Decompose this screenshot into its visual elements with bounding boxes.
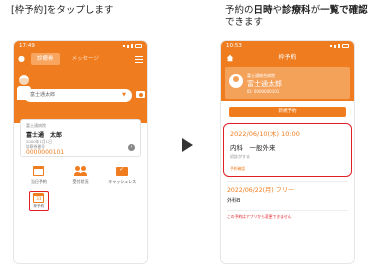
new-reservation-button[interactable]: 新規予約	[229, 107, 346, 117]
patient-select[interactable]: 富士通太郎 ▼	[24, 89, 132, 102]
patient-name: 富士通太郎	[247, 80, 282, 88]
signal-icon	[330, 45, 332, 47]
menu-cashless[interactable]: キャッシュレス	[101, 165, 143, 185]
left-phone-screen: 17:49 ● 診療券 メッセージ 富士通太郎 ▼ 富士通病院 富士通 太郎 2…	[13, 40, 148, 264]
user-icon[interactable]: ●	[18, 55, 25, 63]
patient-card[interactable]: 富士通病院 富士通 太郎 2000年1月1日 診察券番号 0000000101 …	[20, 119, 141, 157]
status-bar: 17:49	[14, 41, 147, 51]
status-time: 10:53	[226, 43, 242, 49]
status-bar: 10:53	[221, 41, 354, 51]
calendar-icon: 31	[33, 193, 45, 203]
page-title: 枠予約	[278, 54, 297, 61]
appointment-sub: 初診がする	[230, 154, 250, 159]
appointment-card[interactable]: 2022/06/22(月) フリー 外科B	[227, 181, 348, 204]
status-icons	[330, 44, 349, 48]
tab-message[interactable]: メッセージ	[66, 53, 105, 65]
menu-label: 当日予約	[30, 179, 47, 184]
menu-icon[interactable]	[135, 55, 143, 63]
menu-slot-reservation[interactable]: 31 枠予約	[18, 191, 60, 211]
left-caption: [枠予約]をタップします	[11, 5, 114, 16]
slot-reservation-highlight[interactable]: 31 枠予約	[28, 191, 49, 211]
chevron-down-icon: ▼	[122, 92, 126, 98]
card-org: 富士通病院	[26, 123, 46, 128]
appointment-tag[interactable]: 予約確認	[230, 166, 245, 172]
caption-text: や	[272, 5, 283, 16]
battery-icon	[342, 44, 349, 48]
right-phone-screen: 10:53 枠予約 富士通総合病院 富士通太郎 ID: 0000000101 新…	[220, 40, 355, 264]
camera-icon[interactable]	[136, 91, 145, 98]
right-caption: 予約の日時や診療科が一覧で確認 できます	[225, 5, 385, 29]
people-icon	[73, 166, 87, 176]
avatar	[229, 74, 243, 88]
chevron-right-icon[interactable]: ›	[128, 144, 135, 151]
menu-same-day[interactable]: 当日予約	[18, 165, 60, 185]
signal-icon	[123, 45, 125, 47]
patient-banner: 富士通総合病院 富士通太郎 ID: 0000000101	[221, 65, 354, 101]
appointment-dept: 内科 一般外来	[230, 144, 276, 152]
signal-icon	[334, 44, 336, 48]
menu-reception-status[interactable]: 受付状況	[60, 165, 102, 185]
check-icon	[116, 166, 129, 176]
signal-icon	[131, 44, 133, 48]
arrow-right-icon	[182, 138, 193, 152]
status-icons	[123, 44, 142, 48]
patient-id: ID: 0000000101	[247, 89, 280, 94]
card-name: 富士通 太郎	[26, 132, 63, 139]
status-time: 17:49	[19, 43, 35, 49]
tab-card[interactable]: 診療券	[30, 53, 60, 65]
battery-icon	[135, 44, 142, 48]
hero-banner: 富士通太郎 ▼	[14, 67, 147, 123]
main-menu: 当日予約 受付状況 キャッシュレス 31 枠予約	[14, 165, 147, 211]
signal-icon	[127, 44, 129, 48]
signal-icon	[338, 44, 340, 48]
menu-label: 枠予約	[33, 204, 45, 208]
caption-text: が	[310, 5, 321, 16]
appointment-card-highlighted[interactable]: 2022/06/10(木) 10:00 内科 一般外来 初診がする 予約確認	[223, 123, 352, 177]
caption-bold-dept: 診療科	[282, 5, 311, 16]
card-id: 0000000101	[26, 149, 65, 156]
top-nav: ● 診療券 メッセージ	[14, 51, 147, 67]
notice-text: この予約はアプリから変更できません	[227, 210, 348, 220]
page-header: 枠予約	[221, 51, 354, 65]
calendar-icon	[33, 166, 45, 176]
home-icon[interactable]	[226, 54, 234, 62]
menu-label: キャッシュレス	[108, 179, 137, 184]
appointment-datetime: 2022/06/22(月) フリー	[227, 187, 295, 194]
caption-text: 予約の	[225, 5, 254, 16]
caption-text: できます	[225, 17, 264, 28]
caption-bold-list: 一覧で確認	[320, 5, 368, 16]
caption-bold-datetime: 日時	[253, 5, 273, 16]
menu-label: 受付状況	[72, 179, 89, 184]
appointment-dept: 外科B	[227, 198, 241, 204]
appointment-datetime: 2022/06/10(木) 10:00	[230, 130, 300, 138]
patient-select-value: 富士通太郎	[30, 92, 56, 98]
